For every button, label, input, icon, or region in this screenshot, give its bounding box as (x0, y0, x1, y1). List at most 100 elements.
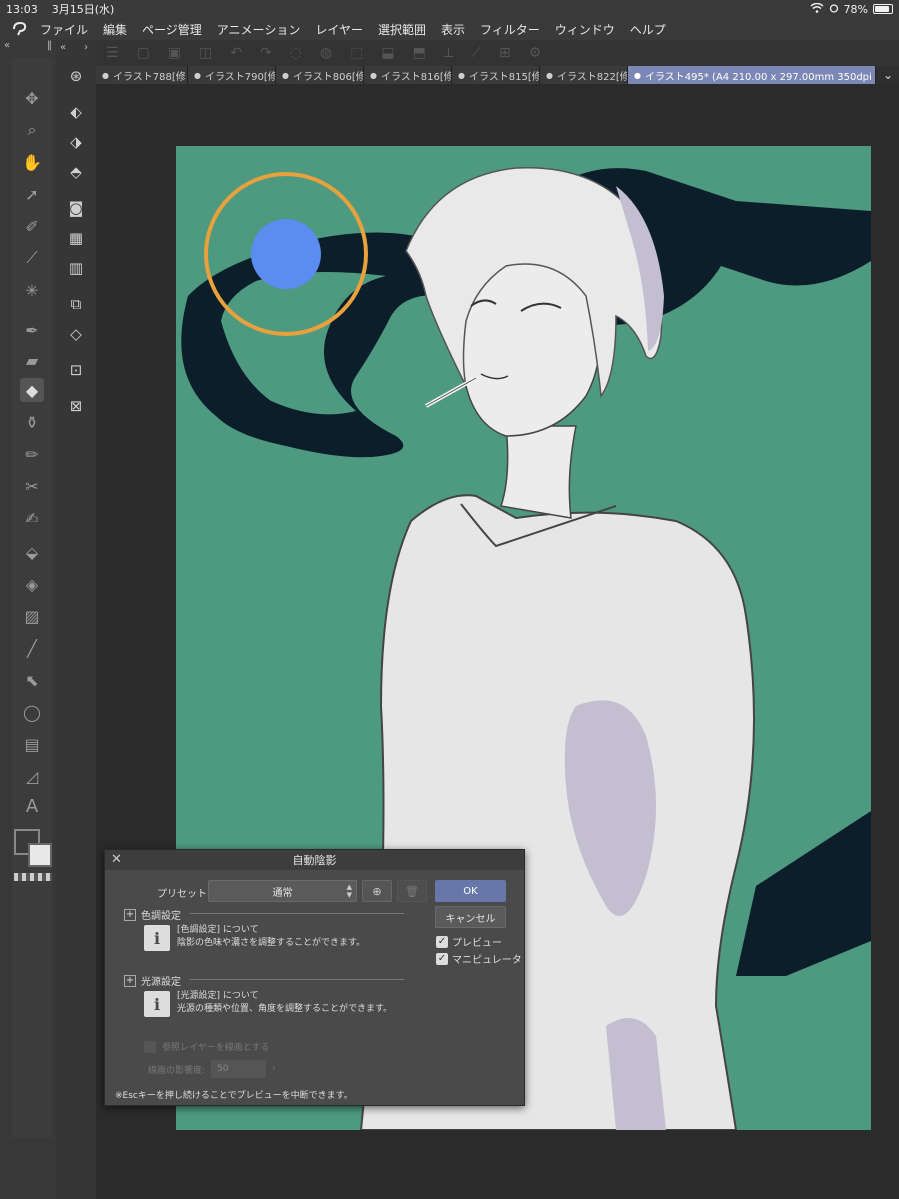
item-bank-icon[interactable]: ⊠ (64, 394, 88, 418)
color-set-icon[interactable]: ▦ (64, 226, 88, 250)
snap-ruler-icon[interactable]: ⟂ (444, 45, 453, 61)
pencil-icon[interactable]: ✏ (20, 442, 44, 466)
menu-selection[interactable]: 選択範囲 (378, 21, 426, 38)
fill-selection-icon[interactable]: ◍ (320, 45, 332, 61)
tab-illust-815[interactable]: ● イラスト815[修 (452, 66, 540, 84)
sub-color[interactable] (28, 843, 52, 867)
magic-wand-icon[interactable]: ✳ (20, 278, 44, 302)
preview-checkbox[interactable]: ✓ プレビュー (436, 934, 502, 949)
tone-info-body: 陰影の色味や濃さを調整することができます。 (177, 938, 366, 948)
close-icon[interactable]: ✕ (111, 852, 122, 867)
panel-header: « ‖ (0, 40, 56, 56)
preset-label: プリセット: (157, 889, 211, 900)
undo-icon[interactable]: ↶ (230, 45, 242, 61)
material-icon[interactable]: ⧉ (64, 292, 88, 316)
layer-settings-icon[interactable]: ⬗ (64, 130, 88, 154)
layer-search-icon[interactable]: ⬘ (64, 160, 88, 184)
collapse-left-icon[interactable]: « (4, 40, 10, 56)
ruler-icon[interactable]: ◿ (20, 764, 44, 788)
pen-icon[interactable]: ✒ (20, 318, 44, 342)
layers-icon[interactable]: ◇ (64, 322, 88, 346)
preset-select[interactable]: 通常 ▲ ▼ (208, 880, 357, 902)
dialog-title: 自動陰影 (292, 854, 337, 867)
delete-preset-button[interactable]: 🗑 (397, 880, 427, 902)
manipulator-checkbox[interactable]: ✓ マニピュレータ (436, 951, 522, 966)
transform-icon[interactable]: ⬚ (350, 45, 363, 61)
menu-layer[interactable]: レイヤー (315, 21, 363, 38)
animation-icon[interactable]: ▥ (64, 256, 88, 280)
reference-layer-checkbox[interactable]: 参照レイヤーを線画とする (144, 1040, 269, 1053)
stamp-icon[interactable]: ⬙ (20, 540, 44, 564)
airbrush-icon[interactable]: ⚱ (20, 410, 44, 434)
transparent-color-icon[interactable] (14, 873, 52, 881)
footer-note: ※Escキーを押し続けることでプレビューを中断できます。 (115, 1091, 353, 1101)
menu-filter[interactable]: フィルター (480, 21, 540, 38)
navigator-icon[interactable]: ⊡ (64, 358, 88, 382)
snap-special-icon[interactable]: ⟋ (471, 45, 481, 61)
cancel-button[interactable]: キャンセル (435, 906, 506, 928)
line-icon[interactable]: ╱ (20, 636, 44, 660)
select-object-icon[interactable]: ➚ (20, 182, 44, 206)
ok-button[interactable]: OK (435, 880, 506, 902)
clock-date: 3月15日(水) (51, 3, 115, 16)
tone-section-header[interactable]: + 色調設定 (124, 907, 181, 922)
panel-grip-icon[interactable]: ‖ (47, 40, 52, 56)
chevron-right-icon[interactable]: › (272, 1064, 276, 1074)
eraser-icon[interactable]: ◆ (20, 378, 44, 402)
menu-bar: ファイル 編集 ページ管理 アニメーション レイヤー 選択範囲 表示 フィルター… (0, 18, 899, 40)
menu-file[interactable]: ファイル (40, 21, 88, 38)
tab-illust-788[interactable]: ● イラスト788[修 (96, 66, 188, 84)
blend-icon[interactable]: ✂ (20, 474, 44, 498)
tab-illust-495[interactable]: ●イラスト495* (A4 210.00 x 297.00mm 350dpi 5… (628, 66, 876, 84)
clear-icon[interactable]: ◌ (290, 45, 302, 61)
invert-selection-icon[interactable]: ⬒ (413, 45, 426, 61)
color-circle-icon[interactable]: ◙ (64, 196, 88, 220)
line-influence-input[interactable]: 50 (211, 1060, 267, 1078)
tab-illust-806[interactable]: ● イラスト806[修 (276, 66, 364, 84)
register-preset-button[interactable]: ⊕ (362, 880, 392, 902)
operation-icon[interactable]: ⬉ (20, 668, 44, 692)
collapse-subtool-icon[interactable]: « (60, 42, 66, 53)
menu-animation[interactable]: アニメーション (217, 21, 301, 38)
app-logo-icon[interactable] (0, 21, 40, 37)
preview-label: プレビュー (452, 938, 502, 949)
expand-plus-icon[interactable]: + (124, 974, 136, 987)
fill-icon[interactable]: ◈ (20, 572, 44, 596)
gradient-icon[interactable]: ▨ (20, 604, 44, 628)
open-icon[interactable]: ▣ (168, 45, 181, 61)
hand-icon[interactable]: ✋ (20, 150, 44, 174)
menu-edit[interactable]: 編集 (103, 21, 127, 38)
new-file-icon[interactable]: ▢ (137, 45, 150, 61)
menu-window[interactable]: ウィンドウ (555, 21, 615, 38)
menu-page[interactable]: ページ管理 (142, 21, 202, 38)
color-swatches[interactable] (14, 829, 54, 869)
brush-icon[interactable]: ▰ (20, 348, 44, 372)
balloon-icon[interactable]: ◯ (20, 700, 44, 724)
tab-illust-822[interactable]: ● イラスト822[修 (540, 66, 628, 84)
light-section-label: 光源設定 (141, 977, 181, 988)
expand-subtool-icon[interactable]: › (84, 42, 88, 53)
eyedropper-icon[interactable]: ⟋ (20, 246, 44, 270)
frame-icon[interactable]: ▤ (20, 732, 44, 756)
text-icon[interactable]: A (20, 794, 44, 818)
light-section-header[interactable]: + 光源設定 (124, 973, 181, 988)
tab-illust-790[interactable]: ● イラスト790[修 (188, 66, 276, 84)
tab-illust-816[interactable]: ● イラスト816[修 (364, 66, 452, 84)
snap-grid-icon[interactable]: ⊞ (499, 45, 511, 61)
menu-help[interactable]: ヘルプ (630, 21, 666, 38)
layer-property-icon[interactable]: ⬖ (64, 100, 88, 124)
tab-list-chevron-icon[interactable]: ⌄ (877, 66, 899, 84)
expand-plus-icon[interactable]: + (124, 908, 136, 921)
decoration-icon[interactable]: ✍ (20, 506, 44, 530)
deselect-icon[interactable]: ⬓ (381, 45, 394, 61)
move-icon[interactable]: ✥ (20, 86, 44, 110)
lasso-icon[interactable]: ✐ (20, 214, 44, 238)
command-menu-icon[interactable]: ☰ (106, 45, 119, 61)
checkbox-box (144, 1040, 156, 1053)
settings-icon[interactable]: ⚙ (529, 45, 542, 61)
save-icon[interactable]: ◫ (199, 45, 212, 61)
menu-view[interactable]: 表示 (441, 21, 465, 38)
zoom-icon[interactable]: ⌕ (20, 118, 44, 142)
quick-access-icon[interactable]: ⊛ (64, 64, 88, 88)
redo-icon[interactable]: ↷ (260, 45, 272, 61)
